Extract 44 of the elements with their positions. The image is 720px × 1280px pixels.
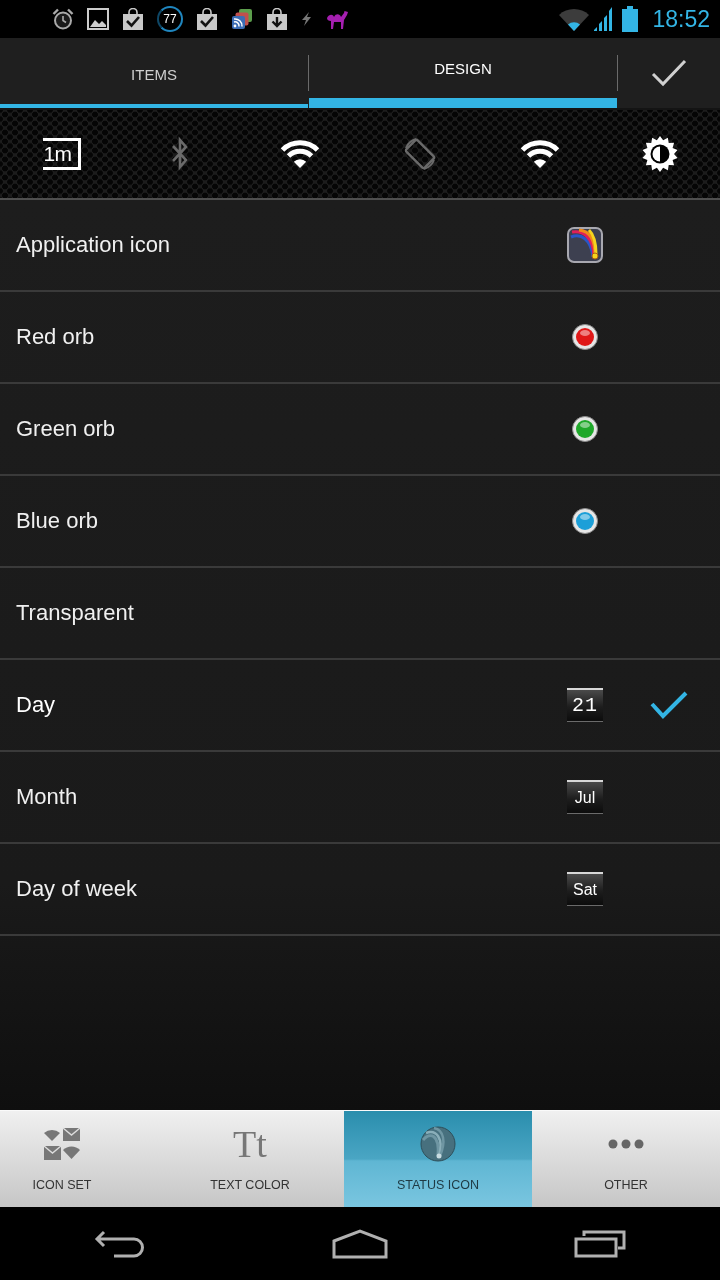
wifi-signal-icon: [558, 7, 591, 31]
date-tile: Sat: [567, 872, 603, 906]
wifi-icon[interactable]: [520, 139, 560, 169]
option-row[interactable]: Blue orb: [0, 476, 720, 568]
check-icon: [651, 59, 687, 87]
bottom-tab[interactable]: OTHER: [532, 1111, 720, 1207]
icon-set-icon: [43, 1127, 81, 1161]
bottom-tab[interactable]: STATUS ICON: [344, 1111, 532, 1207]
option-row[interactable]: Month Jul: [0, 752, 720, 844]
wifi-icon[interactable]: [280, 139, 320, 169]
screen-rotation-icon[interactable]: [402, 136, 438, 172]
bag-check-icon: [196, 8, 218, 30]
timeout-toggle[interactable]: 1m: [43, 138, 81, 170]
option-row[interactable]: Day of week Sat: [0, 844, 720, 936]
option-row[interactable]: Day 21: [0, 660, 720, 752]
lightning-icon: [301, 12, 312, 26]
alarm-clock-icon: [52, 8, 74, 30]
more-dots-icon: [608, 1139, 644, 1149]
option-row[interactable]: Red orb: [0, 292, 720, 384]
picture-icon: [87, 8, 109, 30]
option-row[interactable]: Transparent: [0, 568, 720, 660]
app-icon: [567, 227, 603, 263]
battery-icon: [622, 6, 639, 32]
bottom-tab[interactable]: Tt TEXT COLOR: [156, 1111, 344, 1207]
clock-time: 18:52: [652, 5, 710, 33]
swirl-circle-icon: [420, 1126, 456, 1162]
brightness-icon[interactable]: [642, 136, 678, 172]
option-row[interactable]: Application icon: [0, 200, 720, 292]
recent-apps-icon[interactable]: [574, 1229, 626, 1258]
count-badge: 77: [157, 6, 183, 32]
bag-download-icon: [266, 8, 288, 30]
check-icon: [650, 691, 688, 719]
back-icon[interactable]: [94, 1229, 146, 1258]
option-row[interactable]: Green orb: [0, 384, 720, 476]
text-glyph-icon: Tt: [233, 1124, 267, 1164]
bluetooth-icon[interactable]: [171, 136, 189, 172]
rss-feed-icon: [231, 8, 253, 30]
date-tile: 21: [567, 688, 603, 722]
cell-signal-icon: [594, 7, 613, 31]
date-tile: Jul: [567, 780, 603, 814]
bottom-tab[interactable]: ICON SET: [0, 1111, 156, 1207]
bag-check-icon: [122, 8, 144, 30]
home-icon[interactable]: [332, 1228, 388, 1259]
camel-icon: [325, 8, 349, 30]
